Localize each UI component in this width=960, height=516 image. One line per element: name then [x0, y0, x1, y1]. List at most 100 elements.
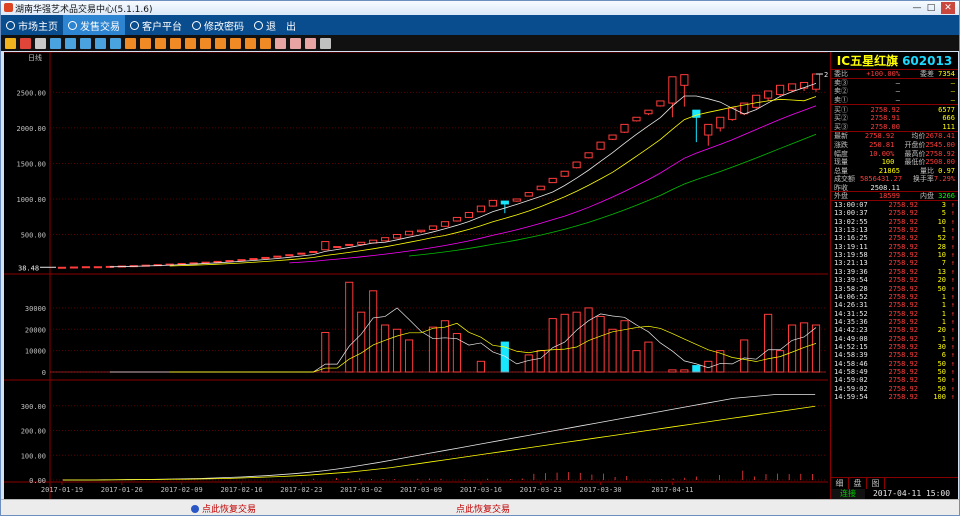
buy-volume: 111 [942, 122, 955, 131]
toolbar-button-icon-20[interactable] [305, 37, 316, 49]
candle-body [512, 198, 521, 202]
buy-price: 2758.91 [870, 114, 900, 123]
toolbar-button-icon-1[interactable] [20, 37, 31, 49]
toolbar-button-icon-16[interactable] [245, 37, 256, 49]
candle-body [488, 199, 497, 207]
volume-bar [740, 339, 749, 373]
minimize-button[interactable]: — [911, 2, 923, 14]
menu-item-1[interactable]: 发售交易 [63, 15, 125, 35]
tick-price: 2758.92 [888, 384, 918, 393]
maximize-button[interactable]: □ [925, 2, 937, 14]
outer-label: 外盘 [834, 192, 848, 201]
toolbar-button-icon-7[interactable] [110, 37, 121, 49]
candle-body [93, 266, 102, 269]
panel-tab-0[interactable]: 细 [831, 478, 849, 489]
toolbar-button-icon-8[interactable] [125, 37, 136, 49]
toolbar-button-icon-11[interactable] [170, 37, 181, 49]
up-arrow-icon: ↑ [950, 226, 955, 235]
sell-volume: — [950, 96, 955, 105]
key-icon [192, 20, 201, 30]
weicha-label: 委差 [920, 69, 934, 78]
volume-tick-label: 10000 [25, 348, 46, 356]
toolbar-button-icon-21[interactable] [320, 37, 331, 49]
tick-price: 2758.92 [888, 201, 918, 210]
tick-price: 2758.92 [888, 367, 918, 376]
menu-item-2[interactable]: 客户平台 [125, 15, 187, 35]
tick-time: 14:35:36 [834, 317, 868, 326]
toolbar-button-icon-0[interactable] [5, 37, 16, 49]
tick-volume: 6 [941, 351, 946, 360]
menu-item-0[interactable]: 市场主页 [1, 15, 63, 35]
tick-list[interactable]: 13:00:07 2758.92 3 ↑ 13:00:37 2758.92 5 ↑ 13:02:… [831, 201, 958, 401]
tick-time: 14:49:08 [834, 334, 868, 343]
globe-icon [6, 20, 15, 30]
tick-volume: 20 [937, 326, 946, 335]
period-label: 日线 [28, 53, 42, 62]
candle-body [404, 230, 414, 236]
up-arrow-icon: ↑ [950, 209, 955, 218]
menu-item-4[interactable]: 退 [249, 15, 281, 35]
tick-time: 14:06:52 [834, 292, 868, 301]
tick-time: 13:19:58 [834, 251, 868, 260]
buy-price: 2758.00 [870, 122, 900, 131]
toolbar-button-icon-5[interactable] [80, 37, 91, 49]
toolbar-button-icon-3[interactable] [50, 37, 61, 49]
toolbar-button-icon-13[interactable] [200, 37, 211, 49]
toolbar-button-icon-15[interactable] [230, 37, 241, 49]
tick-row: 13:39:36 2758.92 13 ↑ [831, 268, 958, 276]
tick-price: 2758.92 [888, 376, 918, 385]
restore-trade-link-right[interactable]: 点此恢复交易 [456, 502, 510, 515]
toolbar-button-icon-12[interactable] [185, 37, 196, 49]
price-tick-label: 2000.00 [16, 125, 46, 133]
menu-item-label: 发售交易 [80, 21, 120, 33]
candle-body [237, 259, 246, 262]
toolbar-button-icon-4[interactable] [65, 37, 76, 49]
panel-tab-1[interactable]: 盘 [849, 478, 867, 489]
menu-item-3[interactable]: 修改密码 [187, 15, 249, 35]
toolbar-button-icon-6[interactable] [95, 37, 106, 49]
toolbar-button-icon-18[interactable] [275, 37, 286, 49]
tick-time: 13:13:13 [834, 226, 868, 235]
tick-price: 2758.92 [888, 334, 918, 343]
toolbar-button-icon-19[interactable] [290, 37, 301, 49]
stat-value: 2758.92 [864, 132, 895, 141]
menu-item-5[interactable]: 出 [281, 15, 301, 35]
toolbar-button-icon-9[interactable] [140, 37, 151, 49]
candle-body [69, 266, 79, 269]
tick-row: 13:16:25 2758.92 52 ↑ [831, 234, 958, 242]
menu-item-label: 出 [286, 21, 296, 33]
candle-body [680, 74, 689, 86]
tick-time: 13:19:11 [834, 242, 868, 251]
panel-tab-2[interactable]: 图 [867, 478, 885, 489]
tick-time: 13:16:25 [834, 234, 868, 243]
tick-volume: 30 [937, 342, 946, 351]
toolbar-button-icon-10[interactable] [155, 37, 166, 49]
restore-trade-link-left[interactable]: 点此恢复交易 [191, 502, 256, 515]
tick-price: 2758.92 [888, 309, 918, 318]
up-arrow-icon: ↑ [950, 234, 955, 243]
quote-panel: IC五星红旗 602013 委比 +100.00% 委差 7354 卖③ — — 卖②… [830, 52, 958, 499]
up-arrow-icon: ↑ [950, 367, 955, 376]
candle-body [213, 260, 222, 263]
close-button[interactable]: ✕ [941, 2, 955, 14]
tick-volume: 100 [933, 392, 946, 401]
candle-body [345, 243, 354, 246]
candle-body [716, 116, 725, 129]
toolbar-button-icon-14[interactable] [215, 37, 226, 49]
candle-body [381, 237, 390, 242]
toolbar-button-icon-17[interactable] [260, 37, 271, 49]
candle-body [285, 254, 294, 257]
tick-row: 14:42:23 2758.92 20 ↑ [831, 326, 958, 334]
tick-price: 2758.92 [888, 217, 918, 226]
tick-row: 14:58:46 2758.92 50 ↑ [831, 359, 958, 368]
kline-chart[interactable]: 日线 2500.00 2000.00 1500.00 1000.00 500.00 3000… [4, 52, 828, 499]
toolbar-button-icon-2[interactable] [35, 37, 46, 49]
volume-bar [776, 350, 785, 373]
tick-time: 13:00:07 [834, 201, 868, 210]
buy-volume: 6577 [938, 105, 955, 114]
restore-trade-label-left: 点此恢复交易 [202, 505, 257, 515]
candle-body [428, 225, 438, 231]
tick-row: 13:19:58 2758.92 10 ↑ [831, 251, 958, 259]
menu-item-label: 市场主页 [18, 21, 58, 33]
volume-bar [644, 341, 653, 373]
